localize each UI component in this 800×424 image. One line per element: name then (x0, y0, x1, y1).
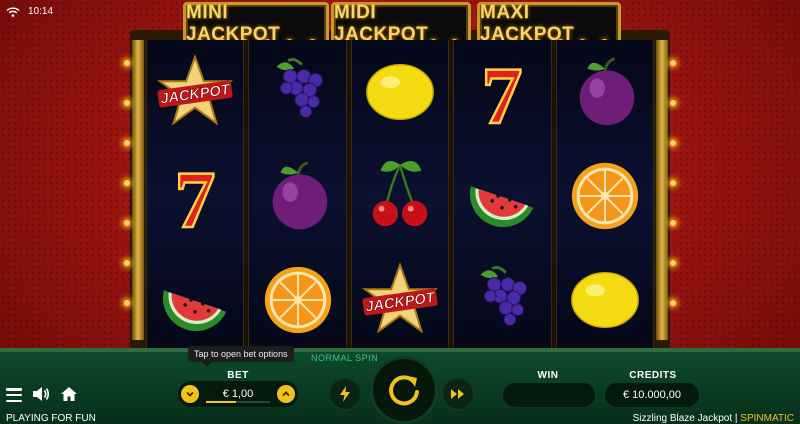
reel-area: JACKPOT 7 JACKPOT 7 (146, 40, 655, 352)
bet-level-slider[interactable] (206, 401, 270, 403)
grapes-symbol (459, 257, 545, 343)
fast-forward-icon (451, 389, 464, 399)
title-separator: | (734, 413, 738, 424)
frame-left (132, 40, 144, 340)
orange-symbol (255, 257, 341, 343)
lightning-icon (340, 386, 350, 402)
bet-value: € 1,00 (222, 388, 254, 400)
reel-3: JACKPOT (350, 40, 450, 352)
chevron-up-icon (282, 391, 290, 397)
seven-symbol-text: 7 (482, 53, 523, 131)
seven-symbol: 7 (459, 49, 545, 135)
grapes-symbol (255, 49, 341, 135)
jackpot-star-symbol: JACKPOT (357, 257, 443, 343)
status-bar: 10:14 (6, 6, 53, 17)
watermelon-symbol (459, 153, 545, 239)
reel-1: JACKPOT 7 (146, 40, 245, 352)
autoplay-button[interactable] (441, 377, 475, 411)
lemon-symbol (562, 257, 648, 343)
orange-symbol (562, 153, 648, 239)
turbo-button[interactable] (328, 377, 362, 411)
home-icon[interactable] (60, 386, 78, 402)
cherries-symbol (357, 153, 443, 239)
frame-right (656, 40, 668, 340)
plum-symbol (255, 153, 341, 239)
bet-label: BET (227, 370, 249, 381)
spin-mode-label: NORMAL SPIN (311, 353, 379, 363)
plum-symbol (562, 49, 648, 135)
chevron-down-icon (186, 391, 194, 397)
game-title-footer: Sizzling Blaze Jackpot | SPINMATIC (633, 413, 794, 424)
lemon-symbol (357, 49, 443, 135)
seven-symbol-text: 7 (175, 157, 216, 235)
brand-name: SPINMATIC (740, 413, 794, 424)
game-title: Sizzling Blaze Jackpot (632, 413, 733, 424)
wifi-icon (6, 7, 20, 17)
reel-5 (555, 40, 655, 352)
bet-options-tooltip: Tap to open bet options (188, 346, 294, 367)
status-time: 10:14 (28, 6, 54, 17)
bet-increase-button[interactable] (277, 385, 295, 403)
bet-decrease-button[interactable] (181, 385, 199, 403)
bulbs-left (124, 60, 130, 340)
spin-button[interactable] (370, 356, 438, 424)
spin-arrow-icon (389, 375, 419, 406)
credits-display: € 10.000,00 (605, 383, 699, 407)
watermelon-symbol (152, 257, 238, 343)
jackpot-star-symbol: JACKPOT (152, 49, 238, 135)
reel-4: 7 (453, 40, 552, 352)
credits-label: CREDITS (629, 370, 677, 381)
play-mode-text: PLAYING FOR FUN (6, 413, 96, 424)
win-display (503, 383, 595, 407)
menu-icon[interactable] (6, 388, 22, 402)
bulbs-right (670, 60, 676, 340)
seven-symbol: 7 (152, 153, 238, 239)
win-label: WIN (537, 370, 559, 381)
sound-icon[interactable] (32, 386, 50, 402)
reel-2 (248, 40, 347, 352)
